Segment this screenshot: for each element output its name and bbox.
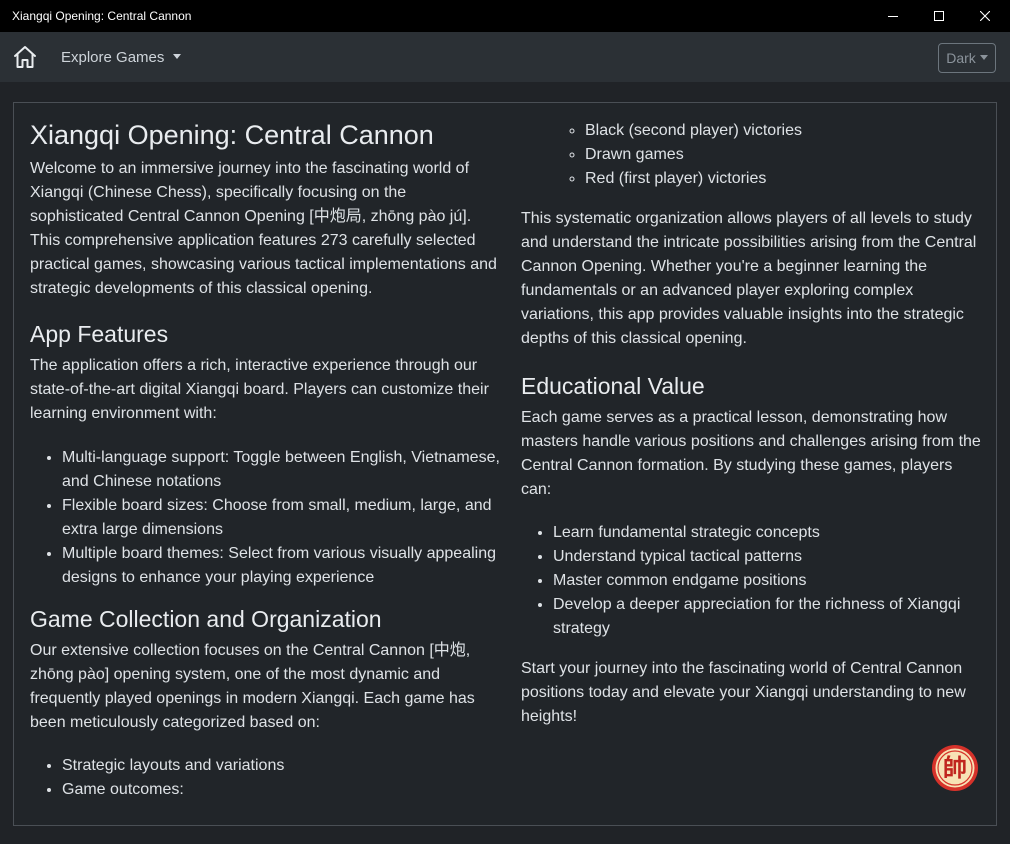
home-icon [14,46,36,68]
explore-games-label: Explore Games [61,49,165,66]
page-title: Xiangqi Opening: Central Cannon [30,120,434,150]
list-item: Multi-language support: Toggle between E… [62,446,500,494]
features-list: Multi-language support: Toggle between E… [30,446,500,590]
list-item: Black (second player) victories [585,119,986,143]
collection-heading: Game Collection and Organization [30,606,382,632]
list-item: Red (first player) victories [585,167,986,191]
xiangqi-general-piece-icon: 帥 [932,745,978,791]
collection-list: Strategic layouts and variations Game ou… [30,754,500,802]
list-item: Learn fundamental strategic concepts [553,521,986,545]
maximize-icon [934,11,944,21]
left-column: Xiangqi Opening: Central Cannon Welcome … [30,103,500,802]
list-item: Multiple board themes: Select from vario… [62,542,500,590]
list-item: Strategic layouts and variations [62,754,500,778]
chevron-down-icon [173,54,182,59]
minimize-button[interactable] [870,0,916,32]
home-button[interactable] [12,44,38,70]
theme-label: Dark [946,50,976,66]
features-paragraph: The application offers a rich, interacti… [30,357,489,422]
theme-dropdown-button[interactable]: Dark [938,43,996,73]
outcomes-list: Black (second player) victories Drawn ga… [521,119,986,191]
top-navbar: Explore Games Dark [0,32,1010,82]
collection-paragraph: Our extensive collection focuses on the … [30,642,475,731]
chevron-down-icon [979,55,988,60]
list-item: Understand typical tactical patterns [553,545,986,569]
organization-paragraph: This systematic organization allows play… [521,210,977,347]
minimize-icon [888,16,898,17]
close-icon [980,11,990,21]
list-item: Drawn games [585,143,986,167]
intro-paragraph: Welcome to an immersive journey into the… [30,160,497,297]
content-panel: Xiangqi Opening: Central Cannon Welcome … [13,102,997,826]
explore-games-dropdown[interactable]: Explore Games [61,49,182,66]
list-item: Flexible board sizes: Choose from small,… [62,494,500,542]
window-title: Xiangqi Opening: Central Cannon [12,9,192,23]
list-item: Game outcomes: [62,778,500,802]
badge-glyph: 帥 [943,754,967,782]
right-column: Black (second player) victories Drawn ga… [521,103,986,729]
xiangqi-piece-badge[interactable]: 帥 [931,744,979,792]
features-heading: App Features [30,321,169,347]
education-paragraph: Each game serves as a practical lesson, … [521,409,981,498]
window-titlebar: Xiangqi Opening: Central Cannon [0,0,1010,32]
closing-paragraph: Start your journey into the fascinating … [521,660,966,725]
list-item: Master common endgame positions [553,569,986,593]
maximize-button[interactable] [916,0,962,32]
education-list: Learn fundamental strategic concepts Und… [521,521,986,641]
close-button[interactable] [962,0,1008,32]
list-item: Develop a deeper appreciation for the ri… [553,593,986,641]
education-heading: Educational Value [521,373,705,399]
